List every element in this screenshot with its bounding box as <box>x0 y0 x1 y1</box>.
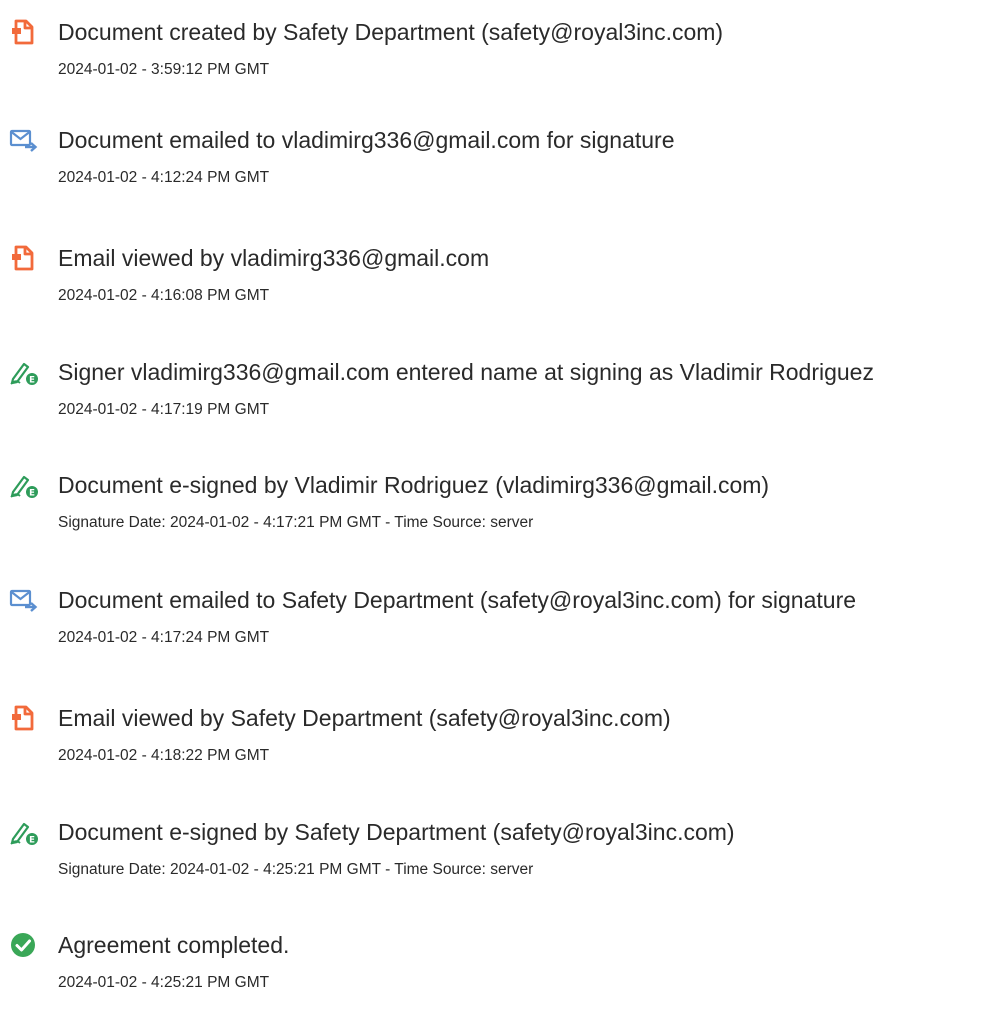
event-signature-date: Signature Date: 2024-01-02 - 4:25:21 PM … <box>58 861 534 878</box>
event-timestamp: 2024-01-02 - 4:17:24 PM GMT <box>58 629 270 646</box>
history-event: Email viewed by vladimirg336@gmail.com 2… <box>0 243 1003 323</box>
svg-text:E: E <box>29 836 35 846</box>
document-icon <box>9 243 39 273</box>
event-timestamp: 2024-01-02 - 4:16:08 PM GMT <box>58 287 270 304</box>
event-timestamp: 2024-01-02 - 4:18:22 PM GMT <box>58 747 270 764</box>
event-title: Document e-signed by Safety Department (… <box>58 819 735 845</box>
audit-history: Document created by Safety Department (s… <box>0 0 1003 994</box>
event-title: Document emailed to Safety Department (s… <box>58 587 857 613</box>
document-icon <box>9 703 39 733</box>
e-sign-icon: E <box>9 470 39 500</box>
event-timestamp: 2024-01-02 - 4:25:21 PM GMT <box>58 974 270 991</box>
history-event: E Document e-signed by Safety Department… <box>0 817 1003 897</box>
email-icon <box>9 585 39 615</box>
event-timestamp: 2024-01-02 - 3:59:12 PM GMT <box>58 61 270 78</box>
event-title: Document e-signed by Vladimir Rodriguez … <box>58 472 770 498</box>
document-icon <box>9 17 39 47</box>
svg-text:E: E <box>29 376 35 386</box>
checkmark-circle-icon <box>9 930 39 960</box>
e-sign-icon: E <box>9 817 39 847</box>
event-timestamp: 2024-01-02 - 4:17:19 PM GMT <box>58 401 270 418</box>
svg-text:E: E <box>29 489 35 499</box>
e-sign-icon: E <box>9 357 39 387</box>
history-event: Document emailed to vladimirg336@gmail.c… <box>0 125 1003 205</box>
history-event: Document emailed to Safety Department (s… <box>0 585 1003 665</box>
history-event: Email viewed by Safety Department (safet… <box>0 703 1003 783</box>
event-title: Agreement completed. <box>58 932 290 958</box>
email-icon <box>9 125 39 155</box>
event-title: Document emailed to vladimirg336@gmail.c… <box>58 127 675 153</box>
event-title: Signer vladimirg336@gmail.com entered na… <box>58 359 874 385</box>
event-timestamp: 2024-01-02 - 4:12:24 PM GMT <box>58 169 270 186</box>
history-event: Agreement completed. 2024-01-02 - 4:25:2… <box>0 930 1003 1010</box>
history-event: E Signer vladimirg336@gmail.com entered … <box>0 357 1003 437</box>
event-title: Email viewed by Safety Department (safet… <box>58 705 671 731</box>
event-signature-date: Signature Date: 2024-01-02 - 4:17:21 PM … <box>58 514 534 531</box>
history-event: E Document e-signed by Vladimir Rodrigue… <box>0 470 1003 550</box>
history-event: Document created by Safety Department (s… <box>0 17 1003 97</box>
event-title: Email viewed by vladimirg336@gmail.com <box>58 245 490 271</box>
event-title: Document created by Safety Department (s… <box>58 19 724 45</box>
